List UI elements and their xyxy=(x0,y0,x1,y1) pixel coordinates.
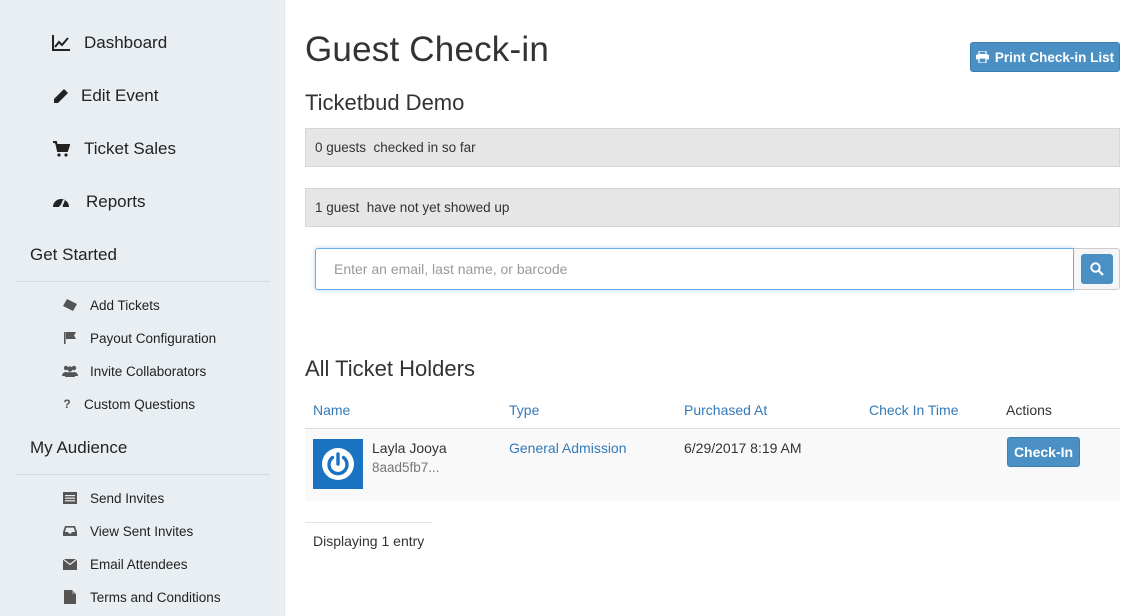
search-icon xyxy=(1089,262,1104,276)
sidebar-item-dashboard[interactable]: Dashboard xyxy=(50,28,167,58)
ticket-icon xyxy=(62,297,78,313)
search-addon xyxy=(1074,248,1120,290)
ticket-holders-table: Name Type Purchased At Check In Time Act… xyxy=(305,393,1120,501)
cart-icon xyxy=(50,138,72,160)
sidebar-item-label: View Sent Invites xyxy=(90,523,194,539)
sidebar-item-payout-configuration[interactable]: Payout Configuration xyxy=(62,327,216,349)
column-header-actions: Actions xyxy=(1006,402,1052,418)
question-icon: ? xyxy=(63,397,71,411)
sidebar: Dashboard Edit Event Ticket Sales Report… xyxy=(0,0,285,616)
sidebar-item-view-sent-invites[interactable]: View Sent Invites xyxy=(62,520,193,542)
divider xyxy=(305,522,432,523)
gauge-icon xyxy=(50,191,72,213)
envelope-icon xyxy=(62,556,78,572)
sidebar-item-ticket-sales[interactable]: Ticket Sales xyxy=(50,134,176,164)
print-check-in-list-button[interactable]: Print Check-in List xyxy=(970,42,1120,72)
divider xyxy=(15,281,270,282)
table-row: Layla Jooya 8aad5fb7... General Admissio… xyxy=(305,429,1120,501)
users-icon xyxy=(62,363,78,379)
main-content: Guest Check-in Print Check-in List Ticke… xyxy=(305,0,1120,616)
sidebar-item-label: Invite Collaborators xyxy=(90,363,207,379)
sidebar-item-email-attendees[interactable]: Email Attendees xyxy=(62,553,188,575)
sidebar-item-label: Payout Configuration xyxy=(90,330,217,346)
search-button[interactable] xyxy=(1080,254,1113,284)
sidebar-item-label: Send Invites xyxy=(90,490,165,506)
not-showed-count: 1 guest have not yet showed up xyxy=(305,188,1120,227)
holder-barcode: 8aad5fb7... xyxy=(372,460,440,475)
checked-in-count: 0 guests checked in so far xyxy=(305,128,1120,167)
list-icon xyxy=(62,490,78,506)
pagination-info: Displaying 1 entry xyxy=(313,533,425,549)
sidebar-item-terms-and-conditions[interactable]: Terms and Conditions xyxy=(62,586,221,608)
sidebar-item-custom-questions[interactable]: ? Custom Questions xyxy=(62,393,195,415)
printer-icon xyxy=(975,51,989,63)
sidebar-item-label: Custom Questions xyxy=(84,396,196,412)
column-header-check-in-time[interactable]: Check In Time xyxy=(869,402,958,418)
flag-icon xyxy=(62,330,78,346)
section-title-get-started: Get Started xyxy=(30,245,117,264)
sidebar-item-label: Terms and Conditions xyxy=(90,589,221,605)
file-icon xyxy=(62,589,78,605)
sidebar-item-label: Add Tickets xyxy=(90,297,160,313)
sidebar-item-label: Email Attendees xyxy=(90,556,188,572)
sidebar-item-label: Dashboard xyxy=(84,33,168,52)
sidebar-item-label: Ticket Sales xyxy=(84,139,176,158)
power-logo-icon xyxy=(322,448,354,480)
sidebar-item-invite-collaborators[interactable]: Invite Collaborators xyxy=(62,360,206,382)
sidebar-item-add-tickets[interactable]: Add Tickets xyxy=(62,294,160,316)
line-chart-icon xyxy=(50,32,72,54)
sidebar-item-send-invites[interactable]: Send Invites xyxy=(62,487,164,509)
purchased-at: 6/29/2017 8:19 AM xyxy=(684,440,802,456)
column-header-name[interactable]: Name xyxy=(313,402,350,418)
ticket-type-link[interactable]: General Admission xyxy=(509,440,627,456)
sidebar-item-label: Edit Event xyxy=(81,86,159,105)
search-group xyxy=(315,248,1120,290)
not-showed-text: 1 guest have not yet showed up xyxy=(315,200,510,215)
holder-name: Layla Jooya xyxy=(372,440,447,456)
inbox-icon xyxy=(62,523,78,539)
search-input[interactable] xyxy=(315,248,1074,290)
event-name: Ticketbud Demo xyxy=(305,90,465,115)
avatar xyxy=(313,439,363,489)
sidebar-item-edit-event[interactable]: Edit Event xyxy=(50,81,159,111)
sidebar-item-reports[interactable]: Reports xyxy=(50,187,146,217)
divider xyxy=(15,474,270,475)
check-in-button[interactable]: Check-In xyxy=(1007,437,1080,467)
checked-in-text: 0 guests checked in so far xyxy=(315,140,476,155)
sidebar-item-label: Reports xyxy=(86,192,146,211)
column-header-type[interactable]: Type xyxy=(509,402,539,418)
column-header-purchased-at[interactable]: Purchased At xyxy=(684,402,767,418)
section-title-my-audience: My Audience xyxy=(30,438,128,457)
page-title: Guest Check-in xyxy=(305,30,550,69)
pencil-icon xyxy=(50,85,72,107)
print-button-label: Print Check-in List xyxy=(994,49,1115,65)
ticket-holders-title: All Ticket Holders xyxy=(305,356,475,381)
table-header: Name Type Purchased At Check In Time Act… xyxy=(305,393,1120,429)
